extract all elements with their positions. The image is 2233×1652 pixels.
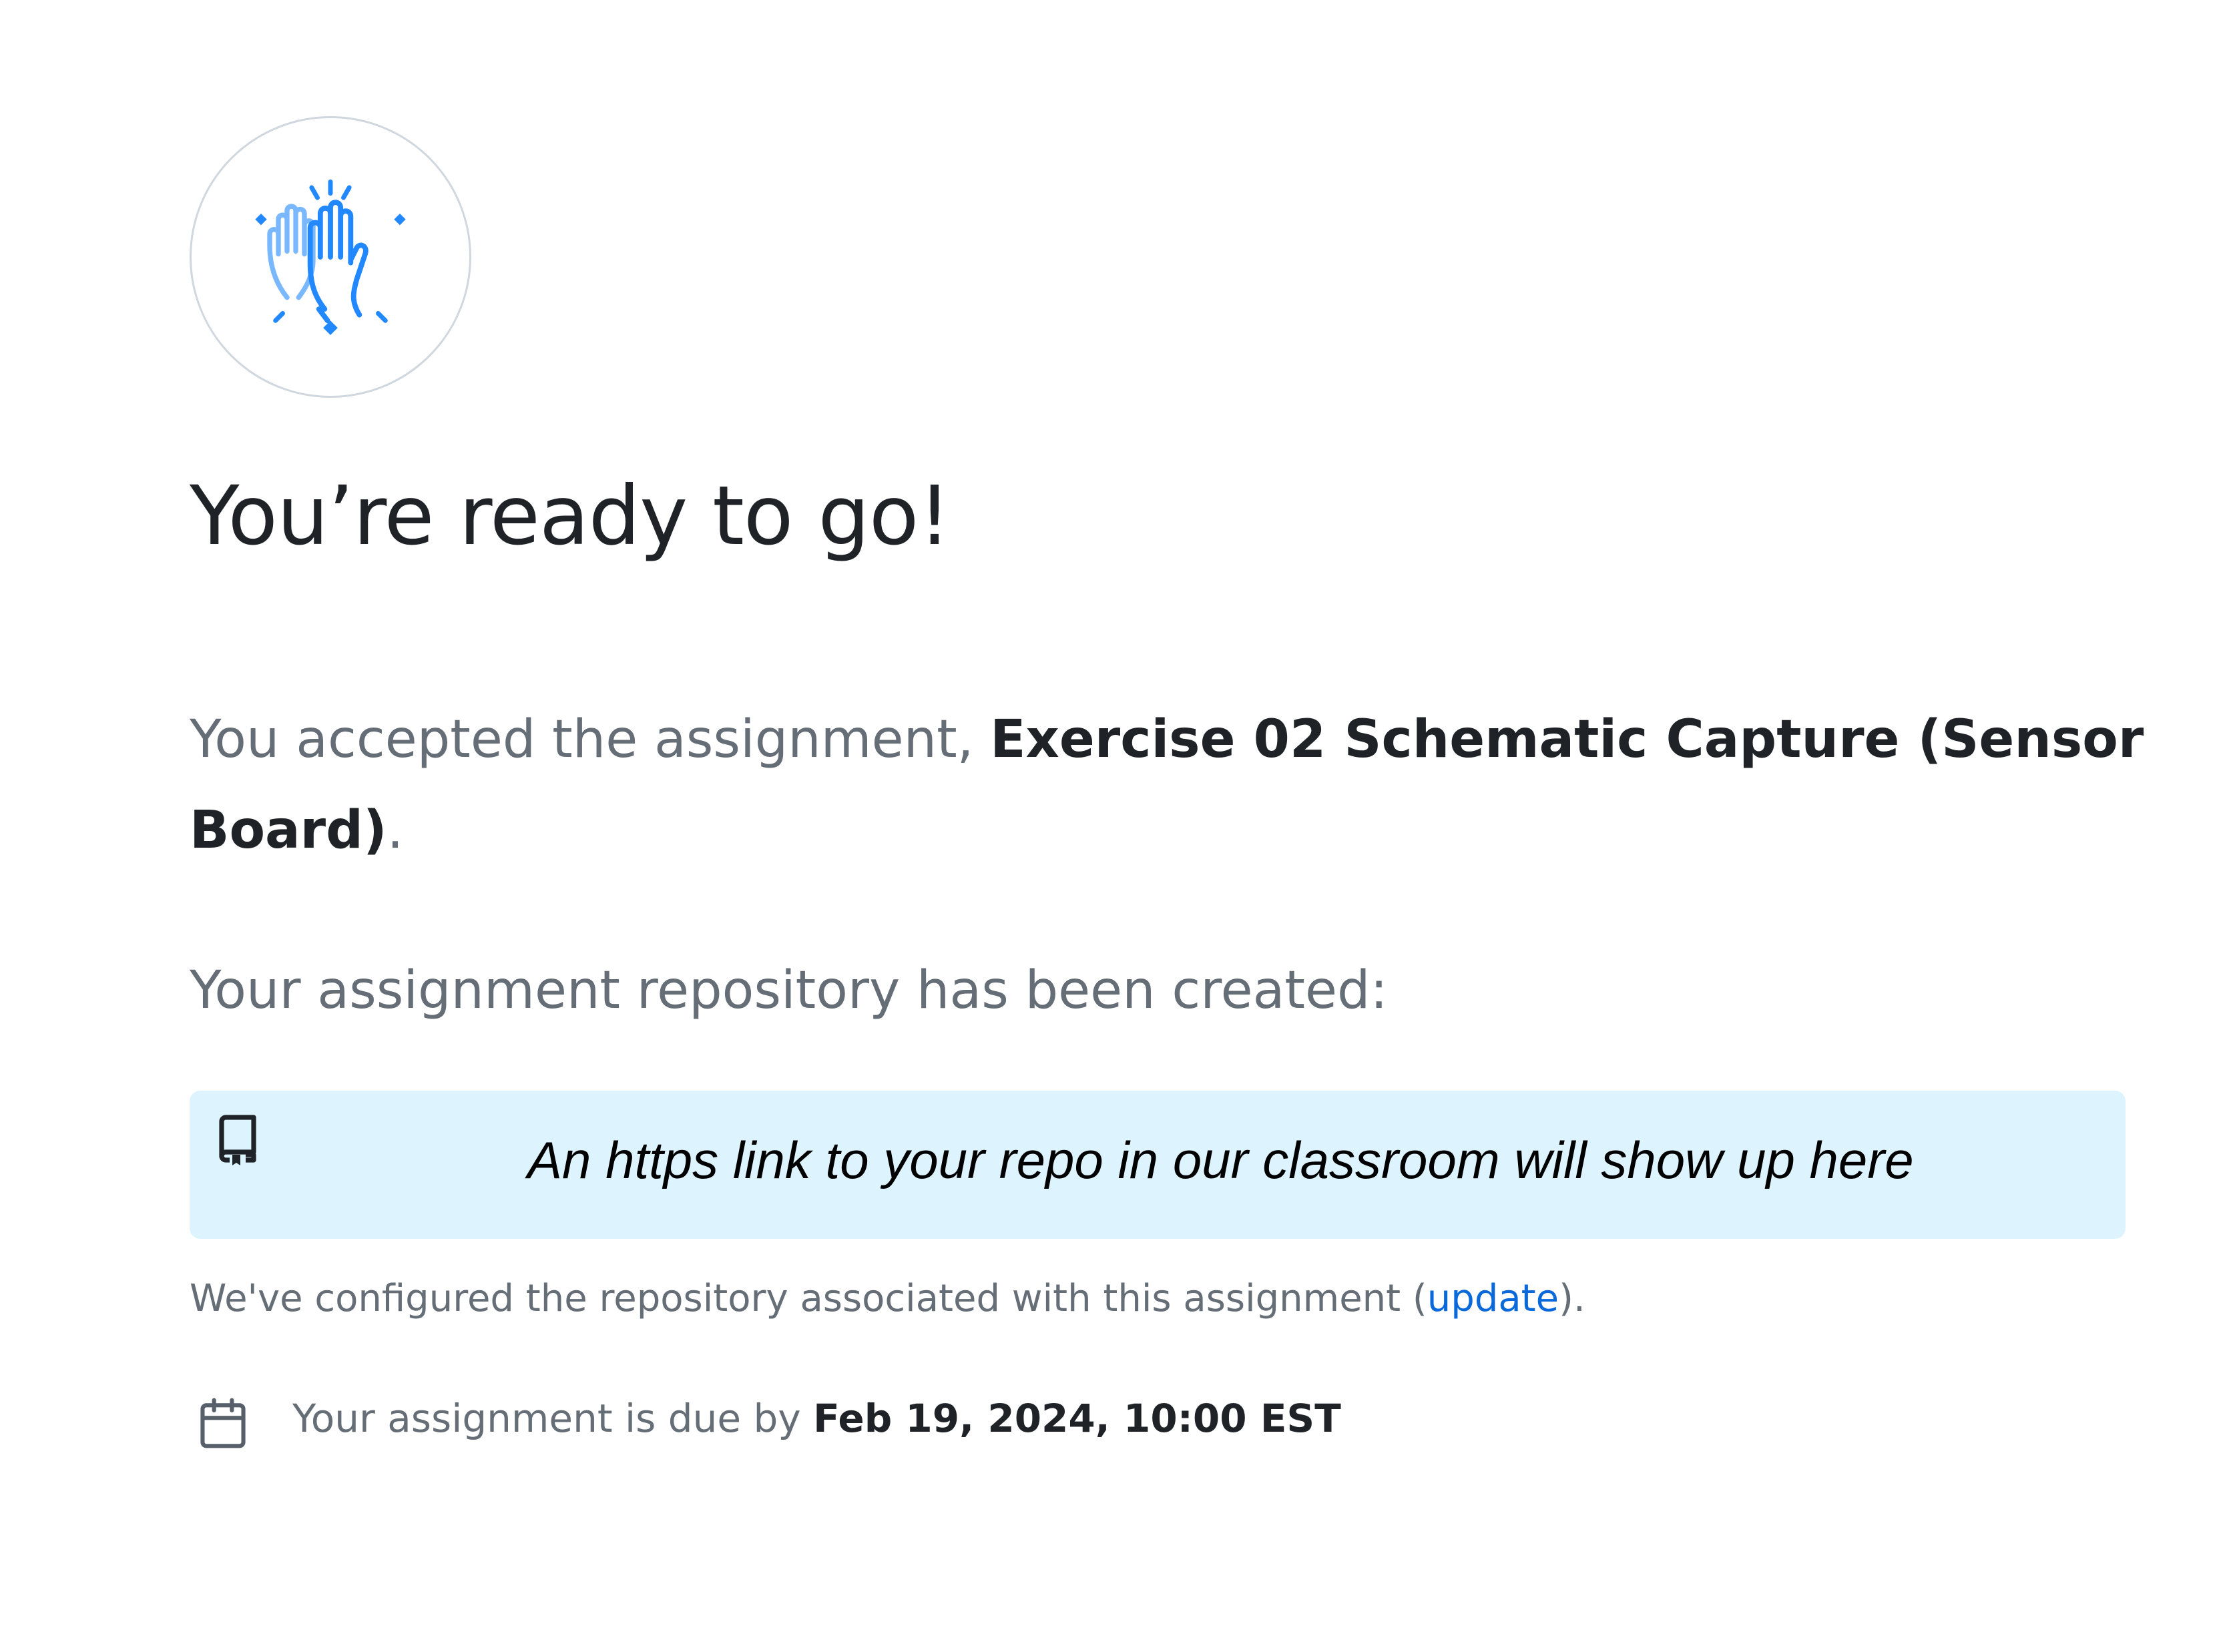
due-prefix: Your assignment is due by bbox=[292, 1396, 814, 1441]
accepted-suffix: . bbox=[387, 800, 404, 860]
repository-link-box[interactable]: An https link to your repo in our classr… bbox=[190, 1091, 2126, 1239]
configured-repository-note: We've configured the repository associat… bbox=[190, 1272, 1585, 1326]
due-date-row: Your assignment is due by Feb 19, 2024, … bbox=[190, 1386, 1341, 1451]
hero-icon-circle bbox=[190, 116, 471, 398]
repository-created-message: Your assignment repository has been crea… bbox=[190, 960, 1388, 1021]
repo-icon bbox=[219, 1115, 256, 1165]
configured-prefix: We've configured the repository associat… bbox=[190, 1277, 1427, 1320]
repository-link-placeholder[interactable]: An https link to your repo in our classr… bbox=[527, 1127, 1914, 1194]
page-title: You’re ready to go! bbox=[190, 469, 951, 563]
accepted-assignment-message: You accepted the assignment, Exercise 02… bbox=[190, 694, 2166, 876]
configured-suffix: ). bbox=[1559, 1277, 1585, 1320]
high-five-icon bbox=[255, 179, 406, 335]
update-link[interactable]: update bbox=[1427, 1277, 1559, 1320]
due-date-value: Feb 19, 2024, 10:00 EST bbox=[813, 1396, 1341, 1441]
calendar-icon bbox=[200, 1398, 246, 1448]
page: You’re ready to go! You accepted the ass… bbox=[0, 0, 2233, 1652]
accepted-prefix: You accepted the assignment, bbox=[190, 710, 991, 770]
due-date-text: Your assignment is due by Feb 19, 2024, … bbox=[292, 1392, 1341, 1445]
